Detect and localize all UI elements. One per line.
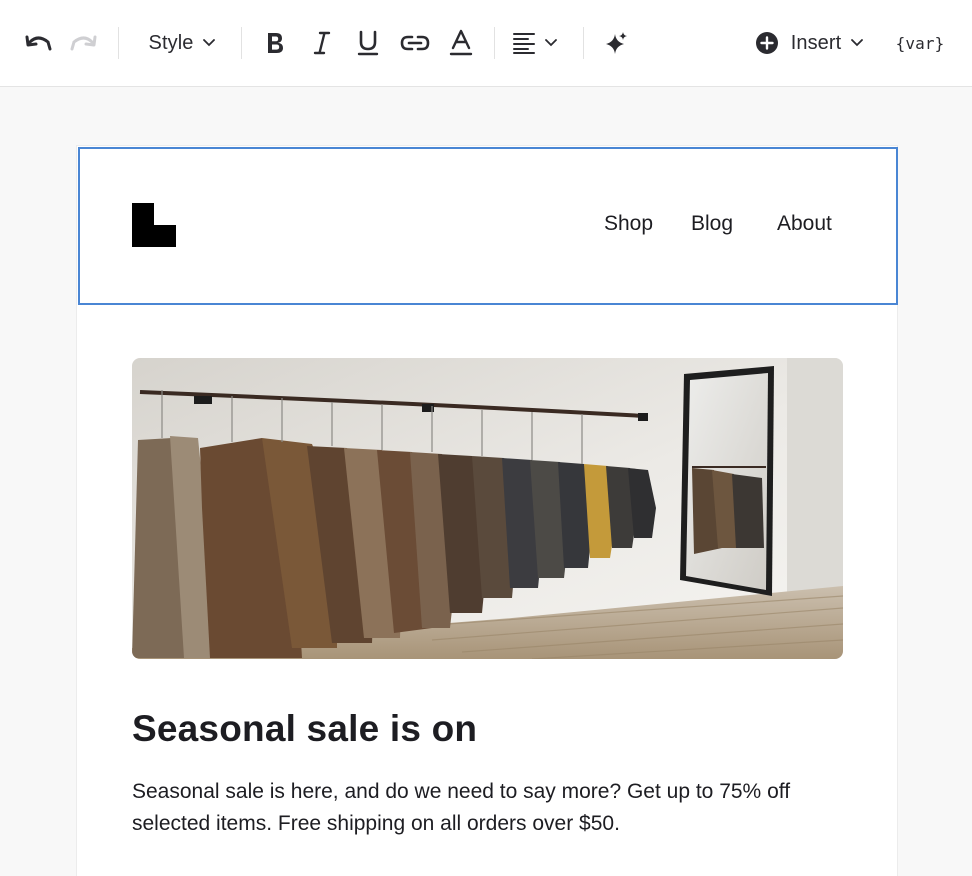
brand-logo-mark <box>132 203 176 247</box>
email-header-block[interactable] <box>78 147 898 305</box>
chevron-down-icon <box>203 39 216 47</box>
redo-button[interactable] <box>66 23 102 63</box>
text-color-icon <box>449 29 473 56</box>
italic-button[interactable] <box>305 23 339 63</box>
plus-circle-icon <box>755 32 778 54</box>
nav-link-about[interactable]: About <box>777 212 832 236</box>
undo-icon <box>25 35 52 51</box>
bold-button[interactable] <box>258 23 292 63</box>
align-dropdown[interactable] <box>512 23 566 63</box>
insert-dropdown[interactable]: Insert <box>752 23 866 63</box>
email-body-text[interactable]: Seasonal sale is here, and do we need to… <box>132 776 852 840</box>
email-headline[interactable]: Seasonal sale is on <box>132 708 477 750</box>
ai-assist-button[interactable] <box>600 23 634 63</box>
toolbar-divider <box>494 27 495 59</box>
variable-label: {var} <box>895 33 945 53</box>
underline-icon <box>357 30 379 56</box>
editor-toolbar: Style Insert {var} <box>0 0 972 87</box>
brand-logo[interactable] <box>132 203 176 247</box>
nav-link-shop[interactable]: Shop <box>604 212 653 236</box>
align-left-icon <box>513 33 535 54</box>
nav-link-blog[interactable]: Blog <box>691 212 733 236</box>
link-icon <box>400 35 430 51</box>
toolbar-divider <box>241 27 242 59</box>
text-color-button[interactable] <box>444 23 478 63</box>
italic-icon <box>313 31 331 55</box>
redo-icon <box>70 35 97 51</box>
chevron-down-icon <box>851 39 864 47</box>
style-label: Style <box>148 31 194 54</box>
style-dropdown[interactable]: Style <box>140 23 224 63</box>
sparkle-icon <box>606 32 627 54</box>
insert-label: Insert <box>790 31 842 54</box>
chevron-down-icon <box>545 39 557 47</box>
link-button[interactable] <box>396 23 434 63</box>
undo-button[interactable] <box>20 23 56 63</box>
clothing-rack-photo <box>132 358 843 659</box>
bold-icon <box>268 33 283 53</box>
hero-image[interactable] <box>132 358 843 659</box>
toolbar-divider <box>118 27 119 59</box>
underline-button[interactable] <box>351 23 385 63</box>
insert-variable-button[interactable]: {var} <box>893 23 947 63</box>
toolbar-divider <box>583 27 584 59</box>
